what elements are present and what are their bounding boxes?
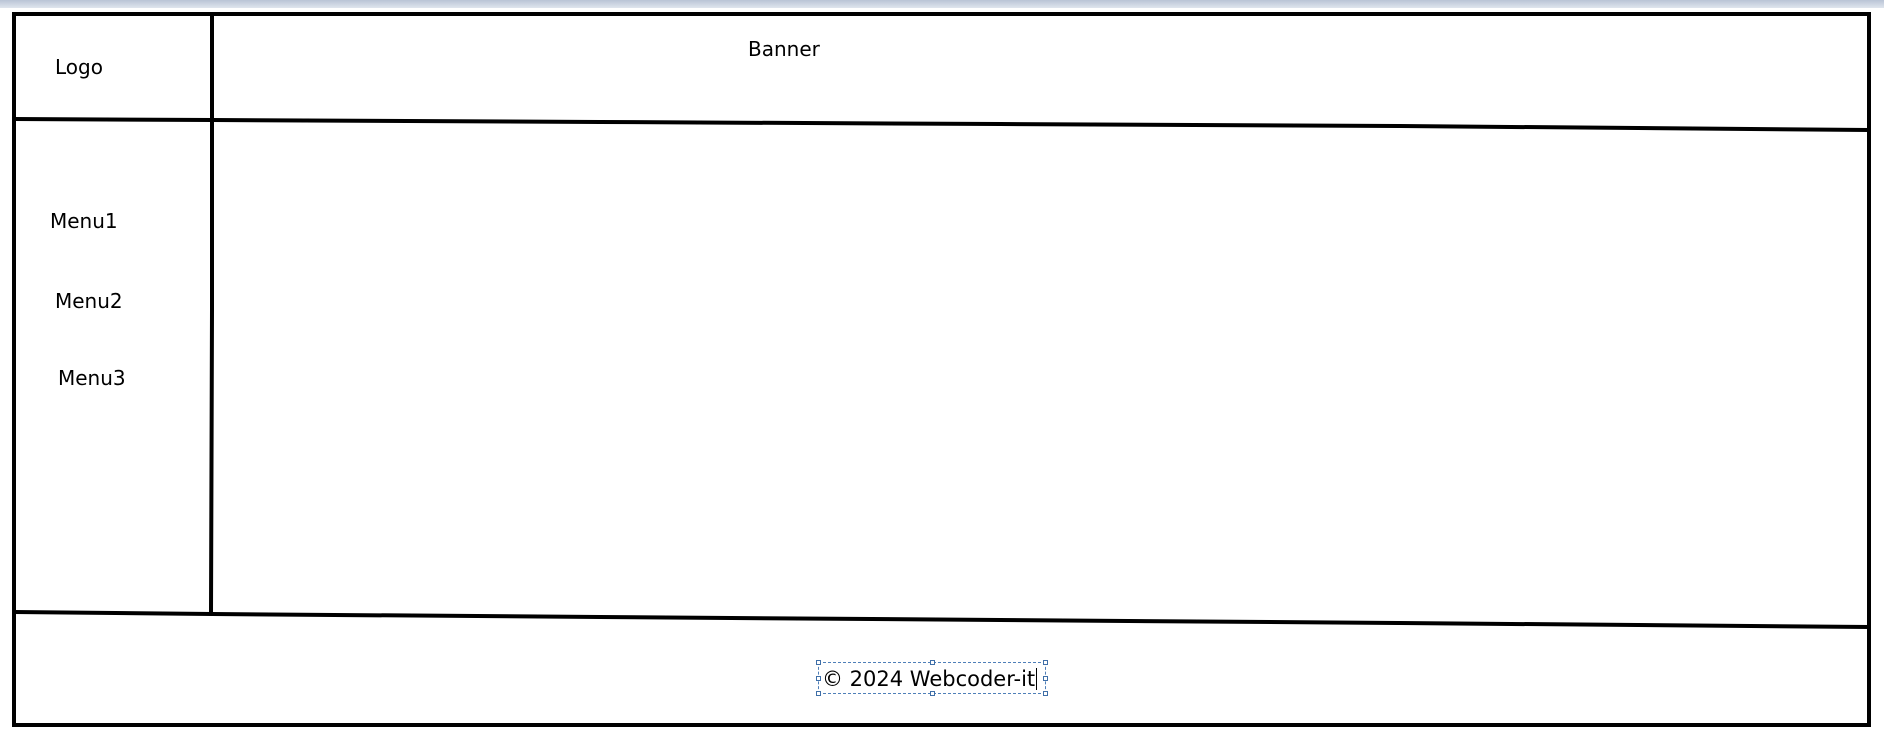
resize-handle[interactable]	[930, 660, 935, 665]
resize-handle[interactable]	[1043, 691, 1048, 696]
resize-handle[interactable]	[930, 691, 935, 696]
resize-handle[interactable]	[1043, 660, 1048, 665]
menu-item-2: Menu2	[55, 289, 123, 313]
resize-handle[interactable]	[816, 676, 821, 681]
text-cursor	[1036, 668, 1038, 690]
footer-copyright: © 2024 Webcoder-it	[822, 667, 1036, 691]
banner-label: Banner	[748, 37, 820, 61]
resize-handle[interactable]	[816, 691, 821, 696]
header-separator	[13, 117, 1870, 132]
layout-wireframe	[12, 12, 1871, 727]
menu-item-1: Menu1	[50, 209, 118, 233]
menu-item-3: Menu3	[58, 366, 126, 390]
resize-handle[interactable]	[816, 660, 821, 665]
footer-separator	[13, 610, 1870, 629]
logo-label: Logo	[55, 55, 103, 79]
footer-text[interactable]: © 2024 Webcoder-it	[822, 667, 1038, 691]
sidebar-divider	[209, 14, 214, 615]
resize-handle[interactable]	[1043, 676, 1048, 681]
